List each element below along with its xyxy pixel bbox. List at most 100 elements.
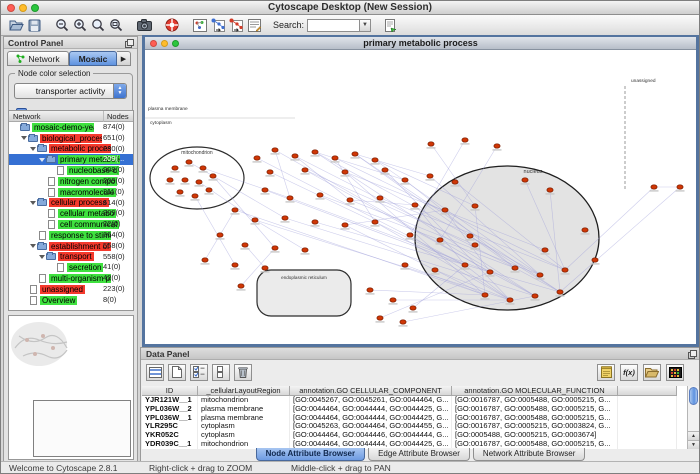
graph-node[interactable] (282, 216, 288, 220)
graph-node[interactable] (542, 248, 548, 252)
expand-arrow-icon[interactable] (30, 147, 36, 151)
column-header[interactable] (618, 386, 677, 396)
table-cell[interactable]: plasma membrane (198, 414, 290, 423)
tree-row[interactable]: cell communicat22(0) (9, 219, 133, 230)
graph-node[interactable] (462, 138, 468, 142)
graph-node[interactable] (547, 188, 553, 192)
tree-row[interactable]: multi-organism pro42(0) (9, 273, 133, 284)
open-icon[interactable] (7, 16, 25, 34)
graph-node[interactable] (252, 218, 258, 222)
graph-node[interactable] (677, 185, 683, 189)
tree-row[interactable]: cellular metabo209(0) (9, 208, 133, 219)
graph-node[interactable] (232, 208, 238, 212)
graph-node[interactable] (347, 198, 353, 202)
graph-node[interactable] (342, 170, 348, 174)
graph-node[interactable] (267, 170, 273, 174)
graph-node[interactable] (442, 208, 448, 212)
column-header[interactable]: _cellularLayoutRegion (198, 386, 290, 396)
graph-node[interactable] (217, 233, 223, 237)
tree-row[interactable]: metabolic process280(0) (9, 144, 133, 155)
graph-node[interactable] (302, 168, 308, 172)
table-row[interactable]: YPL036W__2plasma membrane[GO:0044464, GO… (142, 405, 687, 414)
graph-node[interactable] (302, 248, 308, 252)
new-attribute-icon[interactable] (168, 364, 186, 381)
graph-node[interactable] (390, 298, 396, 302)
expand-arrow-icon[interactable] (39, 158, 45, 162)
network-nodes-blue-icon[interactable] (209, 16, 227, 34)
table-cell[interactable]: [GO:0044464, GO:0044444, GO:0044425, G..… (290, 414, 452, 423)
tree-row[interactable]: transport558(0) (9, 252, 133, 263)
float-panel-icon[interactable] (125, 39, 134, 51)
graph-node[interactable] (200, 166, 206, 170)
table-cell[interactable] (618, 431, 677, 440)
graph-node[interactable] (522, 178, 528, 182)
node-color-combobox[interactable]: transporter activity ▲▼ (14, 83, 127, 99)
graph-node[interactable] (172, 166, 178, 170)
graph-node[interactable] (472, 204, 478, 208)
graph-node[interactable] (507, 298, 513, 302)
zoom-out-icon[interactable] (53, 16, 71, 34)
graph-node[interactable] (452, 180, 458, 184)
table-cell[interactable]: [GO:0016787, GO:0005488, GO:0005215, G..… (452, 405, 618, 414)
column-header[interactable]: annotation.GO CELLULAR_COMPONENT (290, 386, 452, 396)
graph-node[interactable] (312, 220, 318, 224)
overview-panel-icon[interactable] (191, 16, 209, 34)
table-row[interactable]: YLR295Ccytoplasm[GO:0045263, GO:0044464,… (142, 422, 687, 431)
birds-eye-view[interactable] (8, 315, 134, 460)
graph-node[interactable] (410, 306, 416, 310)
graph-node[interactable] (407, 233, 413, 237)
graph-node[interactable] (242, 243, 248, 247)
delete-attribute-icon[interactable] (234, 364, 252, 381)
graph-node[interactable] (196, 180, 202, 184)
graph-node[interactable] (287, 196, 293, 200)
tree-header-network[interactable]: Network (13, 111, 41, 122)
snapshot-icon[interactable] (135, 16, 153, 34)
graph-node[interactable] (582, 228, 588, 232)
graph-node[interactable] (177, 190, 183, 194)
tree-row[interactable]: biological_process651(0) (9, 133, 133, 144)
graph-node[interactable] (317, 193, 323, 197)
expand-arrow-icon[interactable] (21, 136, 27, 140)
search-dropdown-icon[interactable]: ▼ (359, 19, 371, 32)
graph-node[interactable] (332, 156, 338, 160)
graph-node[interactable] (487, 270, 493, 274)
expand-arrow-icon[interactable] (30, 201, 36, 205)
tree-row[interactable]: establishment of lo558(0) (9, 241, 133, 252)
graph-node[interactable] (428, 142, 434, 146)
zoom-selected-icon[interactable] (107, 16, 125, 34)
birds-eye-viewport[interactable] (33, 400, 131, 457)
table-cell[interactable]: [GO:0044464, GO:0044444, GO:0044425, G..… (290, 405, 452, 414)
graph-node[interactable] (202, 258, 208, 262)
tab-edge-attribute-browser[interactable]: Edge Attribute Browser (368, 448, 470, 461)
tree-row[interactable]: nucleobase-c209(0) (9, 165, 133, 176)
expand-arrow-icon[interactable] (39, 255, 45, 259)
table-row[interactable]: YPL036W__1plasma membrane[GO:0044464, GO… (142, 414, 687, 423)
table-row[interactable]: YKR052Ccytoplasm[GO:0044464, GO:0044446,… (142, 431, 687, 440)
select-attributes-icon[interactable] (146, 364, 164, 381)
network-nodes-red-icon[interactable] (227, 16, 245, 34)
notes-icon[interactable] (597, 364, 615, 381)
graph-node[interactable] (467, 234, 473, 238)
graph-node[interactable] (372, 220, 378, 224)
tree-row[interactable]: nitrogen compo209(0) (9, 176, 133, 187)
table-cell[interactable]: YLR295C (142, 422, 198, 431)
table-cell[interactable]: YJR121W__1 (142, 396, 198, 405)
table-cell[interactable] (618, 422, 677, 431)
graph-node[interactable] (352, 152, 358, 156)
network-view-titlebar[interactable]: primary metabolic process (145, 37, 696, 50)
unselect-attributes-icon[interactable] (212, 364, 230, 381)
graph-node[interactable] (272, 148, 278, 152)
graph-node[interactable] (254, 156, 260, 160)
graph-node[interactable] (402, 178, 408, 182)
table-cell[interactable]: [GO:0045263, GO:0044464, GO:0044455, G..… (290, 422, 452, 431)
scrollbar-thumb[interactable] (689, 387, 698, 405)
table-row[interactable]: YJR121W__1mitochondrion[GO:0045267, GO:0… (142, 396, 687, 405)
table-cell[interactable]: [GO:0016787, GO:0005215, GO:0003824, G..… (452, 422, 618, 431)
graph-node[interactable] (182, 178, 188, 182)
tree-row[interactable]: unassigned223(0) (9, 284, 133, 295)
table-cell[interactable]: [GO:0005488, GO:0005215, GO:0003674] (452, 431, 618, 440)
graph-node[interactable] (432, 268, 438, 272)
formula-builder-icon[interactable]: f(x) (620, 364, 638, 381)
graph-node[interactable] (494, 144, 500, 148)
table-cell[interactable]: YKR052C (142, 431, 198, 440)
